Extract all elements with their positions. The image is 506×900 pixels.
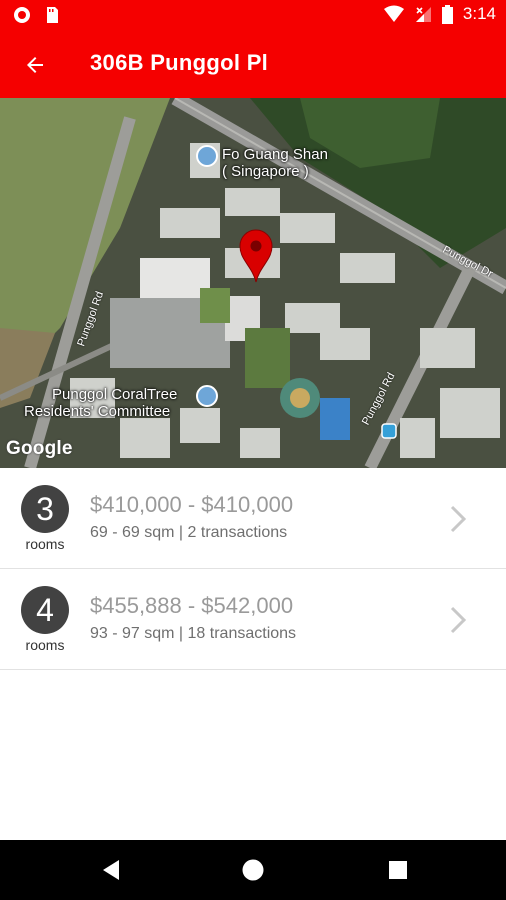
google-logo: Google [6,438,73,459]
wifi-icon [383,5,404,22]
chevron-right-icon [450,606,467,634]
rooms-label: rooms [25,536,65,552]
back-button[interactable] [18,48,52,82]
listing-details: 93 - 97 sqm | 18 transactions [90,625,297,642]
price-range: $410,000 - $410,000 [90,492,294,517]
signal-icon [415,7,431,22]
status-time: 3:14 [462,4,496,23]
notification-icon [14,7,30,23]
home-circle-icon[interactable] [241,858,265,882]
sd-card-icon [47,7,58,23]
page-title: 306B Punggol Pl [90,50,269,75]
map-view[interactable]: Fo Guang Shan ( Singapore ) Punggol Cora… [0,98,506,468]
app-bar: 306B Punggol Pl [0,30,506,98]
listing-list: 3 rooms $410,000 - $410,000 69 - 69 sqm … [0,468,506,670]
price-range: $455,888 - $542,000 [90,593,294,618]
battery-icon [441,4,453,24]
map-poi-label: Fo Guang Shan ( Singapore ) [222,146,328,180]
rooms-count-badge: 3 [21,485,69,533]
status-bar: 3:14 [0,0,506,30]
rooms-label: rooms [25,637,65,653]
map-poi-label: Punggol CoralTree Residents' Committee [24,386,178,420]
list-item[interactable]: 3 rooms $410,000 - $410,000 69 - 69 sqm … [0,468,506,569]
list-item[interactable]: 4 rooms $455,888 - $542,000 93 - 97 sqm … [0,569,506,670]
listing-details: 69 - 69 sqm | 2 transactions [90,524,288,541]
arrow-left-icon [27,57,43,73]
chevron-right-icon [450,505,467,533]
system-nav-bar [0,840,506,900]
recents-square-icon[interactable] [386,858,410,882]
back-triangle-icon[interactable] [99,858,123,882]
rooms-count-badge: 4 [21,586,69,634]
